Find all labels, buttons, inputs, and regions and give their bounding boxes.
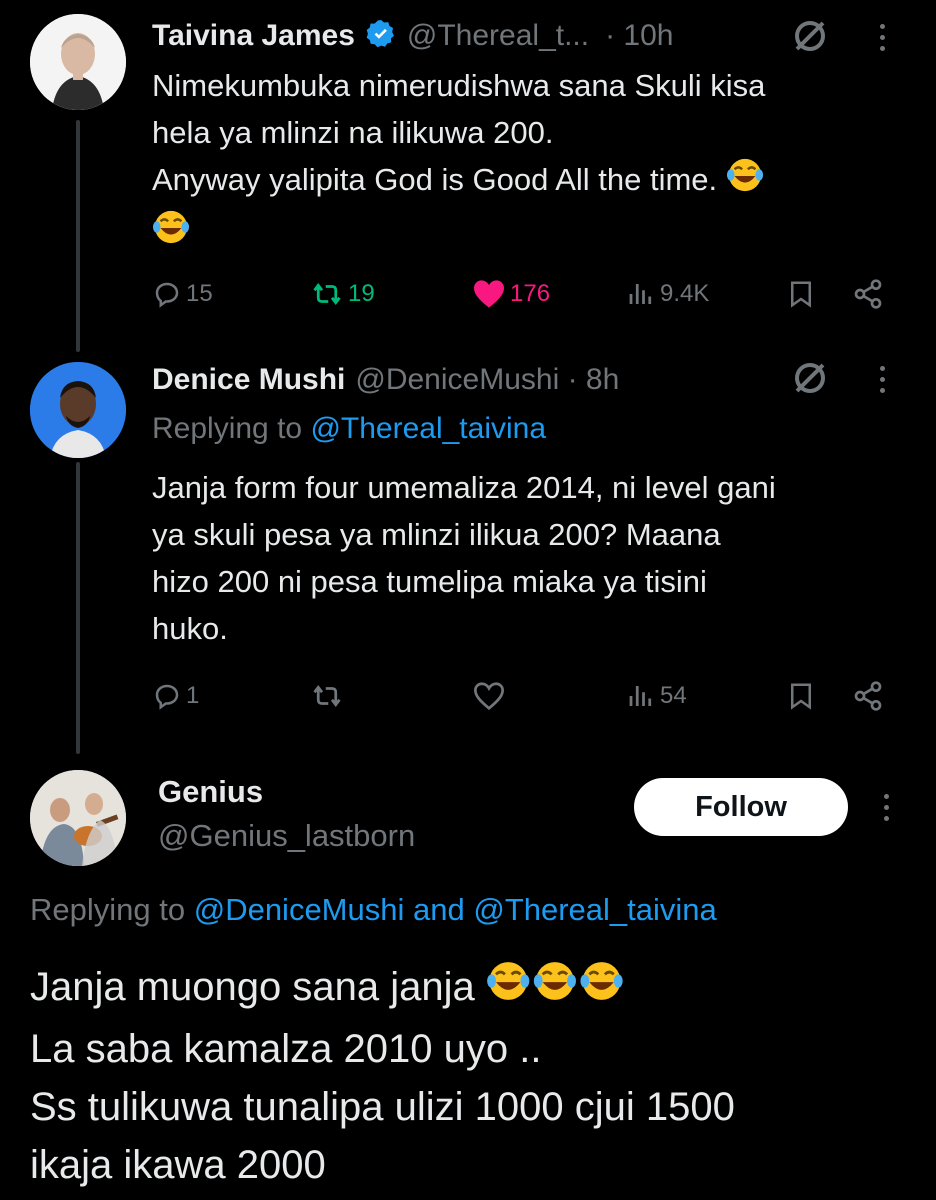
repost-count: 19 xyxy=(348,280,375,307)
mention-link[interactable]: @Thereal_taivina xyxy=(310,412,546,445)
laughing-emoji xyxy=(726,156,764,207)
avatar[interactable] xyxy=(30,14,126,110)
grok-icon[interactable] xyxy=(790,16,830,61)
author-name[interactable]: Genius xyxy=(158,774,263,810)
reply-icon xyxy=(152,681,182,711)
more-icon[interactable] xyxy=(880,366,885,393)
avatar[interactable] xyxy=(30,770,126,866)
tweet-text: Janja muongo sana janja La saba kamalza … xyxy=(30,958,735,1194)
repost-icon xyxy=(310,279,344,309)
share-icon[interactable] xyxy=(852,676,884,716)
author-name[interactable]: Denice Mushi xyxy=(152,363,345,397)
tweet-text: Nimekumbuka nimerudishwa sana Skuli kisa… xyxy=(152,62,765,259)
repost-button[interactable]: 19 xyxy=(310,274,375,314)
like-icon xyxy=(472,681,506,711)
like-button[interactable] xyxy=(472,676,506,716)
verified-badge-icon xyxy=(365,18,397,55)
thread-line xyxy=(76,120,80,352)
bookmark-icon[interactable] xyxy=(786,274,816,314)
reply-icon xyxy=(152,279,182,309)
views-count: 54 xyxy=(660,682,687,709)
views-icon xyxy=(626,681,656,711)
like-count: 176 xyxy=(510,280,551,307)
views-count: 9.4K xyxy=(660,280,710,307)
more-icon[interactable] xyxy=(884,794,889,821)
views-button[interactable]: 54 xyxy=(626,676,687,716)
tweet-actions: 1 54 xyxy=(152,676,892,716)
reply-count: 15 xyxy=(186,280,213,307)
repost-icon xyxy=(310,681,344,711)
author-handle[interactable]: @DeniceMushi · 8h xyxy=(355,363,619,397)
author-handle[interactable]: @Genius_lastborn xyxy=(158,818,415,854)
views-icon xyxy=(626,279,656,309)
like-icon xyxy=(472,279,506,309)
grok-icon[interactable] xyxy=(790,358,830,403)
thread-line xyxy=(76,462,80,754)
avatar[interactable] xyxy=(30,362,126,458)
replying-to: Replying to @Thereal_taivina xyxy=(152,412,547,445)
views-button[interactable]: 9.4K xyxy=(626,274,709,314)
repost-button[interactable] xyxy=(310,676,344,716)
tweet-text: Janja form four umemaliza 2014, ni level… xyxy=(152,470,776,646)
bookmark-icon[interactable] xyxy=(786,676,816,716)
timestamp[interactable]: · 10h xyxy=(605,19,673,53)
laughing-emoji xyxy=(152,208,190,259)
author-handle[interactable]: @Thereal_t... xyxy=(407,19,589,53)
like-button[interactable]: 176 xyxy=(472,274,550,314)
reply-count: 1 xyxy=(186,682,200,709)
author-name[interactable]: Taivina James xyxy=(152,19,355,53)
mention-link[interactable]: @DeniceMushi xyxy=(194,892,405,927)
laughing-emoji xyxy=(486,958,626,1020)
more-icon[interactable] xyxy=(880,24,885,51)
mention-link[interactable]: @Thereal_taivina xyxy=(473,892,716,927)
replying-to: Replying to @DeniceMushi and @Thereal_ta… xyxy=(30,892,717,927)
reply-button[interactable]: 1 xyxy=(152,676,199,716)
follow-button[interactable]: Follow xyxy=(634,778,848,836)
tweet-actions: 15 19 176 9.4K xyxy=(152,274,892,314)
share-icon[interactable] xyxy=(852,274,884,314)
reply-button[interactable]: 15 xyxy=(152,274,213,314)
